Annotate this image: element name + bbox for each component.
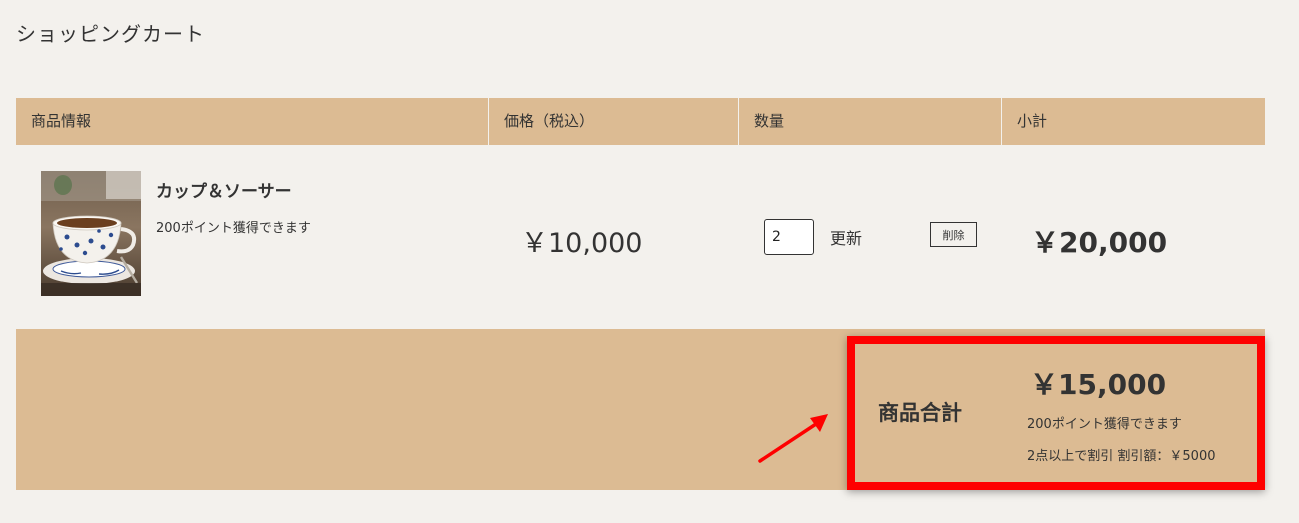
product-image[interactable] xyxy=(41,171,141,296)
total-discount: 2点以上で割引 割引額：￥5000 xyxy=(1027,449,1216,464)
header-quantity: 数量 xyxy=(739,98,1002,145)
item-subtotal: ￥20,000 xyxy=(1031,226,1168,259)
header-product-info: 商品情報 xyxy=(16,98,489,145)
total-amount: ￥15,000 xyxy=(1030,368,1167,401)
header-price: 価格（税込） xyxy=(489,98,739,145)
teacup-photo-icon xyxy=(41,171,141,296)
cart-item-row: カップ＆ソーサー 200ポイント獲得できます ￥10,000 更新 削除 ￥20… xyxy=(16,145,1265,330)
product-name[interactable]: カップ＆ソーサー xyxy=(156,177,292,202)
delete-button[interactable]: 削除 xyxy=(930,222,977,247)
total-points: 200ポイント獲得できます xyxy=(1027,417,1182,432)
update-button[interactable]: 更新 xyxy=(830,225,862,249)
product-points: 200ポイント獲得できます xyxy=(156,221,311,236)
quantity-input[interactable] xyxy=(764,219,814,255)
total-label: 商品合計 xyxy=(878,401,962,425)
annotation-arrow-icon xyxy=(758,414,828,463)
cart-table-header: 商品情報 価格（税込） 数量 小計 xyxy=(16,98,1265,145)
header-subtotal: 小計 xyxy=(1017,112,1048,130)
cart-total-panel: 商品合計 ￥15,000 200ポイント獲得できます 2点以上で割引 割引額：￥… xyxy=(16,329,1265,490)
page-title: ショッピングカート xyxy=(16,22,205,46)
unit-price: ￥10,000 xyxy=(521,228,643,259)
